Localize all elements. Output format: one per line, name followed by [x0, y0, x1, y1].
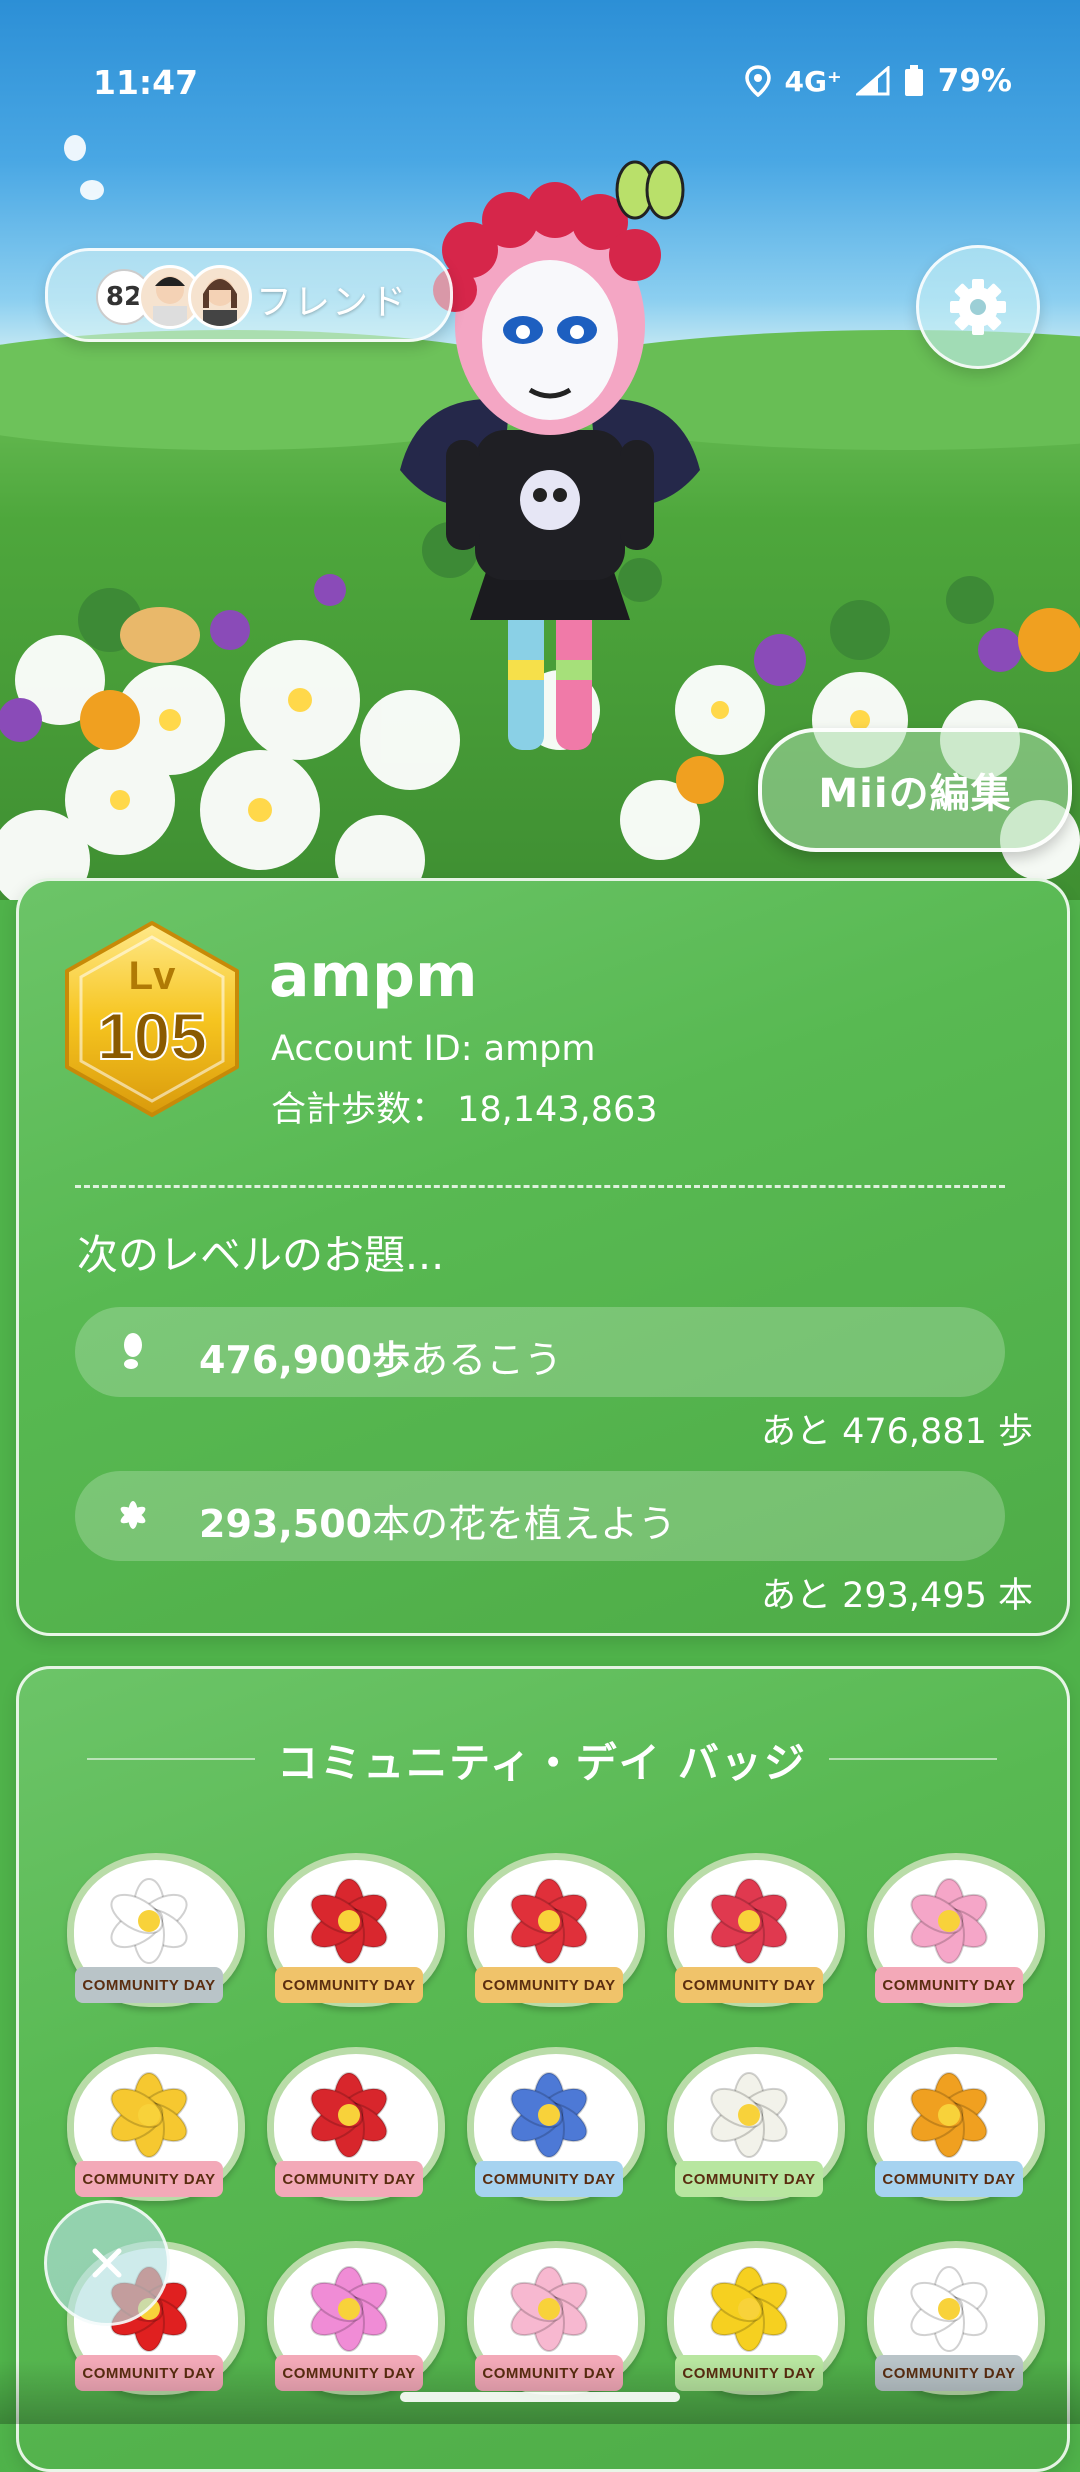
flower-icon [120, 1501, 146, 1529]
header-line [87, 1758, 256, 1760]
white-rose-icon [910, 2266, 988, 2352]
cloud [80, 180, 104, 200]
badge-ribbon: COMMUNITY DAY [875, 2161, 1023, 2197]
hydrangea-icon [510, 2072, 588, 2158]
badge-tulip[interactable]: COMMUNITY DAY [59, 2033, 245, 2213]
signal-icon [855, 66, 890, 96]
lily-icon [710, 2072, 788, 2158]
badge-camellia[interactable]: COMMUNITY DAY [459, 1839, 645, 2019]
badge-ribbon: COMMUNITY DAY [675, 2161, 823, 2197]
close-icon [92, 2248, 122, 2278]
status-time: 11:47 [93, 63, 199, 102]
account-id: Account ID: ampm [271, 1029, 596, 1069]
badge-ribbon: COMMUNITY DAY [475, 1967, 623, 2003]
badge-ribbon: COMMUNITY DAY [875, 1967, 1023, 2003]
settings-button[interactable] [916, 245, 1040, 369]
badge-hydrangea[interactable]: COMMUNITY DAY [459, 2033, 645, 2213]
user-name: ampm [269, 941, 478, 1011]
badge-red-flower[interactable]: COMMUNITY DAY [659, 1839, 845, 2019]
level-number: 105 [97, 999, 207, 1073]
gesture-home-bar[interactable] [400, 2392, 680, 2402]
badge-ribbon: COMMUNITY DAY [75, 1967, 223, 2003]
rose-icon [310, 2072, 388, 2158]
profile-card: Lv 105 ampm Account ID: ampm 合計歩数： 18,14… [16, 878, 1070, 1636]
badge-white-flower[interactable]: COMMUNITY DAY [59, 1839, 245, 2019]
task-remaining: あと 476,881 歩 [761, 1412, 1033, 1452]
red-flower-icon [710, 1878, 788, 1964]
community-day-badges-card: コミュニティ・デイ バッジ COMMUNITY DAY COMMUNITY DAY… [16, 1666, 1070, 2472]
badge-poinsettia[interactable]: COMMUNITY DAY [259, 1839, 445, 2019]
cosmos-icon [310, 2266, 388, 2352]
friends-label: フレンド [256, 282, 409, 323]
task-amount: 476,900歩 [199, 1338, 411, 1382]
pink-tulip-icon [510, 2266, 588, 2352]
task-text: あるこう [410, 1338, 563, 1382]
location-icon [744, 65, 771, 97]
total-steps: 合計歩数： 18,143,863 [271, 1090, 658, 1130]
task-amount: 293,500 [199, 1502, 373, 1546]
tulip-icon [110, 2072, 188, 2158]
badge-lily[interactable]: COMMUNITY DAY [659, 2033, 845, 2213]
badges-header: コミュニティ・デイ バッジ [87, 1729, 998, 1789]
close-button[interactable] [44, 2200, 170, 2326]
footprint-icon [124, 1333, 142, 1369]
status-icons: 4G⁺ 79% [744, 63, 1012, 99]
level-badge: Lv 105 [65, 921, 239, 1117]
badge-ribbon: COMMUNITY DAY [275, 1967, 423, 2003]
friends-button[interactable]: 82 フレンド [45, 248, 453, 342]
sunflower-icon [910, 2072, 988, 2158]
badge-rose[interactable]: COMMUNITY DAY [259, 2033, 445, 2213]
next-level-title: 次のレベルのお題... [77, 1231, 445, 1279]
hero-scene: 11:47 4G⁺ 79% 82 フレンド Miiの編集 [0, 0, 1080, 900]
badge-sunflower[interactable]: COMMUNITY DAY [859, 2033, 1045, 2213]
header-line [828, 1758, 998, 1760]
badge-ribbon: COMMUNITY DAY [75, 2161, 223, 2197]
white-flower-icon [110, 1878, 188, 1964]
cloud [64, 135, 86, 161]
poinsettia-icon [310, 1878, 388, 1964]
daffodil-icon [710, 2266, 788, 2352]
badges-title: コミュニティ・デイ バッジ [277, 1739, 807, 1787]
network-type: 4G⁺ [784, 64, 842, 98]
battery-icon [904, 65, 923, 96]
task-walk: 476,900歩あるこう [75, 1307, 1005, 1397]
badge-ribbon: COMMUNITY DAY [475, 2161, 623, 2197]
badge-ribbon: COMMUNITY DAY [275, 2161, 423, 2197]
divider [75, 1185, 1005, 1188]
badge-ribbon: COMMUNITY DAY [675, 1967, 823, 2003]
battery-percent: 79% [937, 63, 1012, 99]
cherry-blossom-icon [910, 1878, 988, 1964]
mii-avatar [400, 160, 700, 750]
task-remaining: あと 293,495 本 [761, 1576, 1033, 1616]
task-plant: 293,500本の花を植えよう [75, 1471, 1005, 1561]
gear-icon [950, 279, 1006, 335]
badge-cherry-blossom[interactable]: COMMUNITY DAY [859, 1839, 1045, 2019]
edit-mii-button[interactable]: Miiの編集 [758, 728, 1072, 852]
task-text: 本の花を植えよう [372, 1502, 677, 1546]
camellia-icon [510, 1878, 588, 1964]
level-prefix: Lv [129, 954, 176, 998]
friend-avatar [188, 265, 252, 329]
